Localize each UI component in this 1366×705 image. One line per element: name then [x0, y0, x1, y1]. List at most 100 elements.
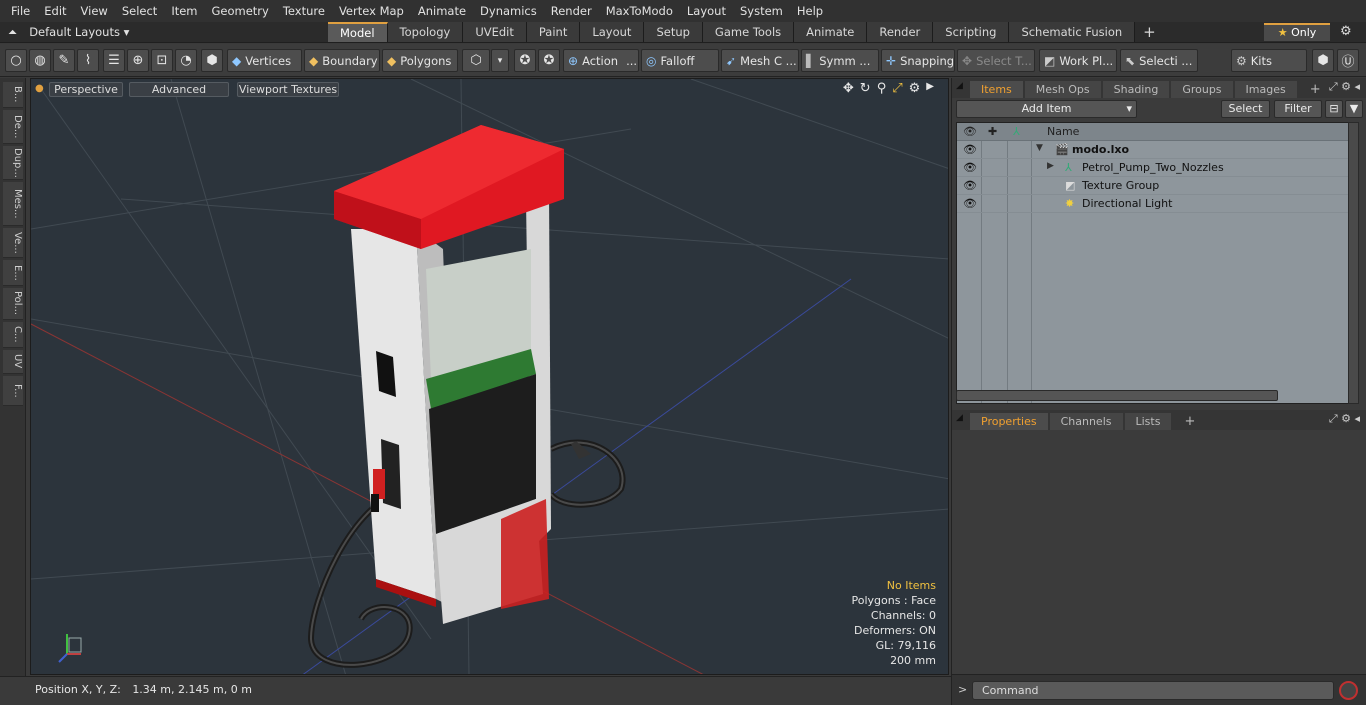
material-icon[interactable]: ⬡ [462, 49, 490, 72]
tab-paint[interactable]: Paint [526, 22, 581, 42]
list-item[interactable]: 👁 ◩ Texture Group [957, 177, 1349, 195]
selection-sets-button[interactable]: ⬉ Selecti ... [1120, 49, 1198, 72]
items-vertical-scrollbar[interactable] [1348, 122, 1359, 404]
eye-icon[interactable]: 👁 [963, 179, 977, 192]
menu-layout[interactable]: Layout [680, 0, 733, 22]
zoom-view-icon[interactable]: ⚲ [877, 81, 887, 96]
list-item[interactable]: 👁 ▶ ⅄ Petrol_Pump_Two_Nozzles [957, 159, 1349, 177]
add-item-dropdown[interactable]: Add Item ▾ [956, 100, 1137, 118]
vertices-button[interactable]: ◆ Vertices [227, 49, 302, 72]
tool-tab-polygon[interactable]: Pol... [3, 288, 23, 320]
tab-mesh-ops[interactable]: Mesh Ops [1024, 81, 1101, 98]
eye-icon[interactable]: 👁 [963, 197, 977, 210]
tab-groups[interactable]: Groups [1171, 81, 1233, 98]
panel-menu-dot[interactable]: ◢ [956, 81, 963, 91]
tab-items[interactable]: Items [970, 81, 1023, 98]
viewport-expand-icon[interactable]: ▶ [926, 81, 934, 96]
fit-view-icon[interactable]: ⤢ [892, 81, 902, 96]
filter-button[interactable]: Filter [1274, 100, 1322, 118]
menu-geometry[interactable]: Geometry [205, 0, 276, 22]
snapping-button[interactable]: ✛ Snapping [881, 49, 955, 72]
funnel-icon[interactable]: ▼ [1345, 100, 1363, 118]
tab-animate[interactable]: Animate [794, 22, 868, 42]
tool-tab-mesh-edit[interactable]: Mes... [3, 182, 23, 226]
viewport-textures-button[interactable]: Viewport Textures [237, 82, 339, 97]
action-center-button[interactable]: ⊕ Action... [563, 49, 639, 72]
snap-on-icon[interactable]: ✪ [514, 49, 536, 72]
tool-tab-vertex[interactable]: Ve... [3, 228, 23, 258]
add-tab-icon[interactable]: + [1173, 413, 1206, 430]
menu-view[interactable]: View [74, 0, 115, 22]
unreal-icon[interactable]: Ⓤ [1337, 49, 1359, 72]
tab-layout[interactable]: Layout [580, 22, 645, 42]
tab-images[interactable]: Images [1234, 81, 1297, 98]
menu-item[interactable]: Item [164, 0, 204, 22]
tab-schematic-fusion[interactable]: Schematic Fusion [1009, 22, 1136, 42]
tool-tab-curve[interactable]: C... [3, 322, 23, 348]
tab-uvedit[interactable]: UVEdit [463, 22, 527, 42]
rotate-view-icon[interactable]: ↻ [860, 81, 871, 96]
chevron-down-icon[interactable]: ▾ [491, 49, 509, 72]
menu-vertex-map[interactable]: Vertex Map [332, 0, 411, 22]
align-icon[interactable]: ☰ [103, 49, 125, 72]
falloff-button[interactable]: ◎ Falloff [641, 49, 719, 72]
tab-properties[interactable]: Properties [970, 413, 1048, 430]
tool-tab-fusion[interactable]: F... [3, 376, 23, 406]
name-column-header[interactable]: Name [1047, 125, 1079, 138]
panel-menu-dot[interactable]: ◢ [956, 413, 963, 423]
pen-icon[interactable]: ✎ [53, 49, 75, 72]
tool-tab-edge[interactable]: E... [3, 260, 23, 286]
tool-tab-duplicate[interactable]: Dup... [3, 146, 23, 180]
menu-system[interactable]: System [733, 0, 790, 22]
viewport-settings-icon[interactable]: ⚙ [909, 81, 921, 96]
tab-shading[interactable]: Shading [1102, 81, 1170, 98]
chevron-right-icon[interactable]: ▶ [1047, 161, 1054, 171]
gear-icon[interactable]: ⚙ [1340, 22, 1352, 42]
view-mode-button[interactable]: Perspective [49, 82, 123, 97]
menu-dynamics[interactable]: Dynamics [473, 0, 544, 22]
add-tab-icon[interactable]: + [1135, 22, 1164, 42]
move-view-icon[interactable]: ✥ [843, 81, 854, 96]
work-plane-button[interactable]: ◩ Work Pl... [1039, 49, 1117, 72]
symmetry-button[interactable]: ▌ Symm ... [801, 49, 879, 72]
menu-select[interactable]: Select [115, 0, 164, 22]
tool-tab-basic[interactable]: B... [3, 82, 23, 108]
panel-expand-gear-icon[interactable]: ⤢ ⚙ ◂ [1329, 80, 1360, 94]
spin-icon[interactable]: ◔ [175, 49, 197, 72]
menu-animate[interactable]: Animate [411, 0, 473, 22]
brush-icon[interactable]: ⌇ [77, 49, 99, 72]
advanced-shading-button[interactable]: Advanced [129, 82, 229, 97]
layout-selector[interactable]: ⏶ Default Layouts ▾ [8, 22, 129, 42]
tab-scripting[interactable]: Scripting [933, 22, 1010, 42]
snap-settings-icon[interactable]: ✪ [538, 49, 560, 72]
panel-expand-gear-icon[interactable]: ⤢ ⚙ ◂ [1329, 412, 1360, 426]
only-toggle[interactable]: ★ Only [1264, 23, 1330, 41]
circle-select-icon[interactable]: ○ [5, 49, 27, 72]
tab-topology[interactable]: Topology [387, 22, 464, 42]
center-icon[interactable]: ⊕ [127, 49, 149, 72]
tab-setup[interactable]: Setup [644, 22, 703, 42]
eye-icon[interactable]: 👁 [963, 161, 977, 174]
tab-channels[interactable]: Channels [1049, 413, 1123, 430]
kits-button[interactable]: ⚙ Kits [1231, 49, 1307, 72]
tab-game-tools[interactable]: Game Tools [702, 22, 795, 42]
tool-tab-deform[interactable]: De... [3, 110, 23, 144]
menu-maxtomodo[interactable]: MaxToModo [599, 0, 680, 22]
tab-render[interactable]: Render [867, 22, 934, 42]
tab-model[interactable]: Model [328, 22, 388, 42]
petrol-pump-model[interactable] [307, 125, 626, 668]
menu-render[interactable]: Render [544, 0, 599, 22]
shield-cube-icon[interactable]: ⬢ [201, 49, 223, 72]
menu-file[interactable]: File [4, 0, 37, 22]
list-item[interactable]: 👁 ▼ 🎬 modo.lxo [957, 141, 1349, 159]
menu-texture[interactable]: Texture [276, 0, 332, 22]
select-button[interactable]: Select [1221, 100, 1270, 118]
record-icon[interactable] [1339, 681, 1358, 700]
command-input[interactable]: Command [972, 681, 1334, 700]
items-horizontal-scrollbar[interactable] [956, 390, 1278, 401]
list-item[interactable]: 👁 ✸ Directional Light [957, 195, 1349, 213]
globe-icon[interactable]: ◍ [29, 49, 51, 72]
menu-help[interactable]: Help [790, 0, 830, 22]
collapse-icon[interactable]: ⊟ [1325, 100, 1343, 118]
polygons-button[interactable]: ◆ Polygons [382, 49, 458, 72]
